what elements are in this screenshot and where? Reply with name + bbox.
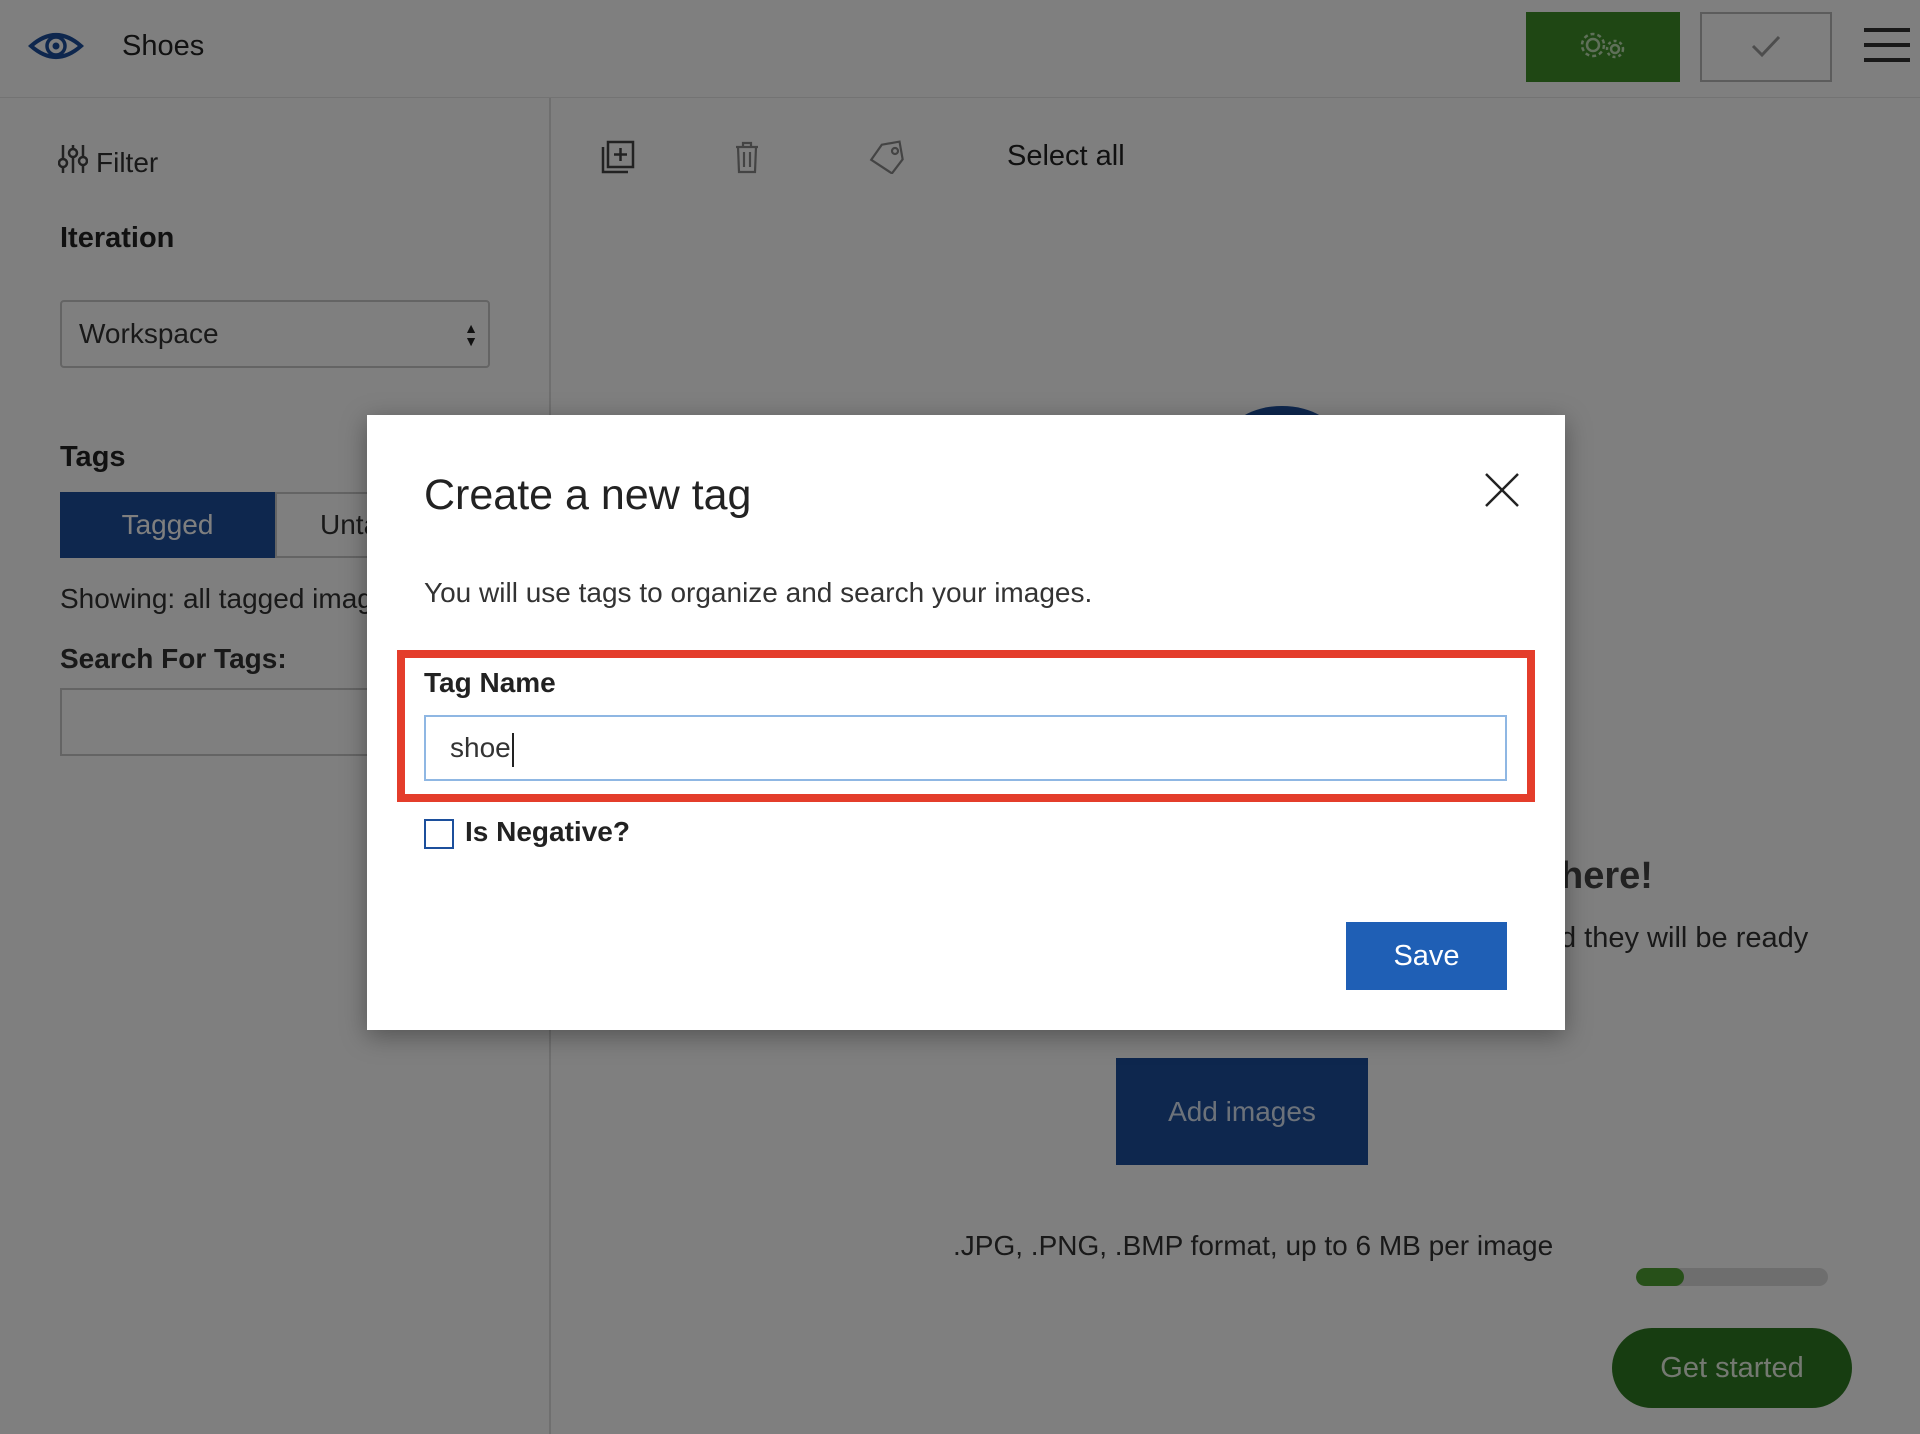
save-button[interactable]: Save: [1346, 922, 1507, 990]
is-negative-checkbox[interactable]: [424, 819, 454, 849]
tag-name-input[interactable]: [424, 715, 1507, 781]
create-tag-dialog: Create a new tag You will use tags to or…: [367, 415, 1565, 1030]
text-caret: [511, 733, 514, 767]
dialog-description: You will use tags to organize and search…: [424, 577, 1093, 608]
dialog-title: Create a new tag: [424, 471, 752, 519]
is-negative-label[interactable]: Is Negative?: [465, 816, 630, 848]
close-icon[interactable]: [1483, 471, 1521, 509]
tag-name-label: Tag Name: [424, 667, 556, 698]
